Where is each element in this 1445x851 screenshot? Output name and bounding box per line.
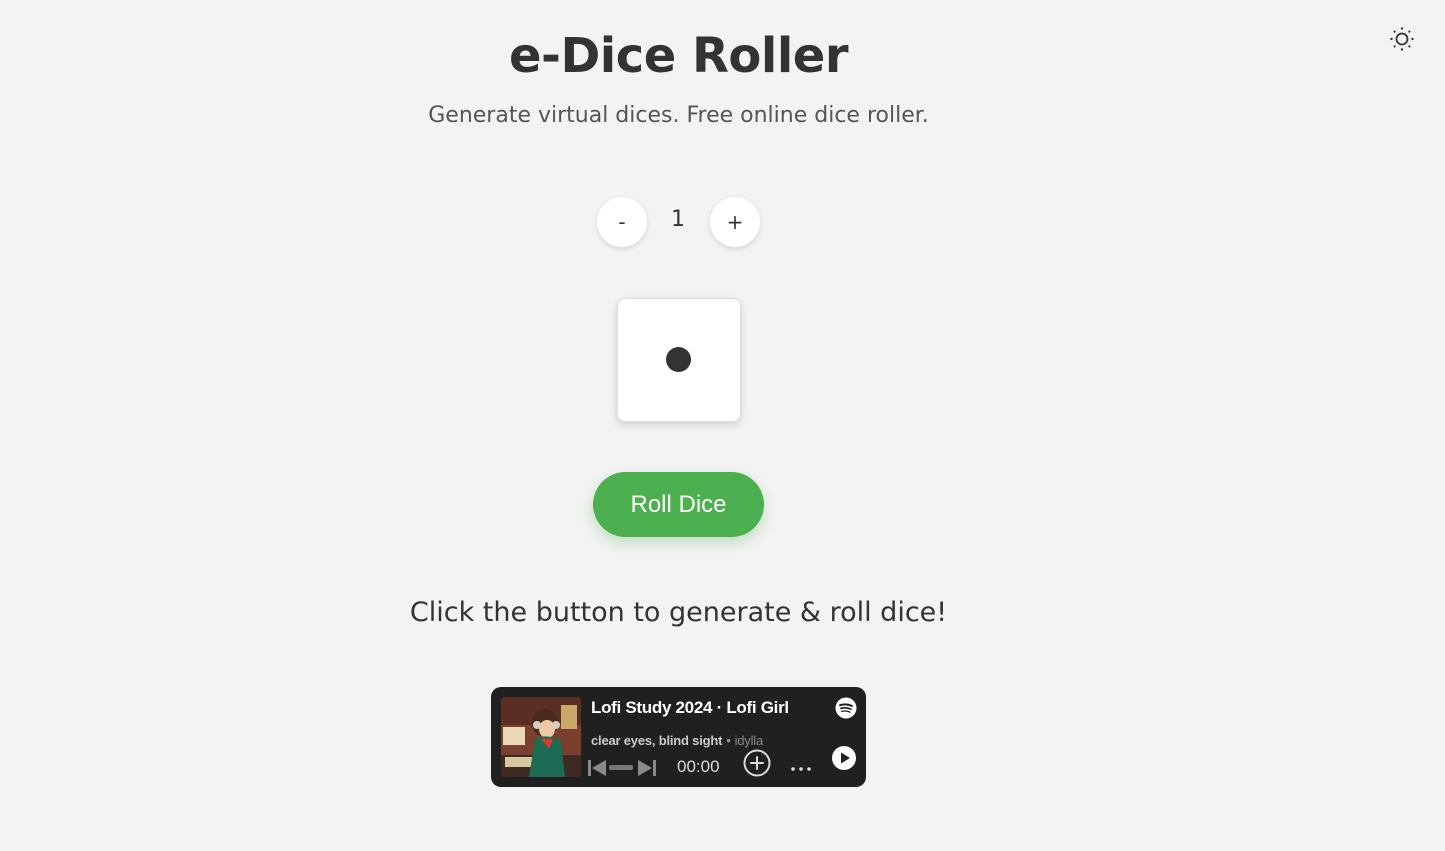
add-circle-icon [743,749,771,777]
spotify-logo[interactable] [835,697,857,719]
artist-name[interactable]: idylla [735,733,764,748]
roll-dice-button[interactable]: Roll Dice [593,472,764,537]
sun-icon [1390,27,1414,51]
page-title: e-Dice Roller [508,28,849,84]
play-icon [832,746,856,770]
theme-toggle-button[interactable] [1385,22,1419,56]
add-to-library-button[interactable] [742,748,772,778]
spotify-icon [835,697,857,719]
more-options-button[interactable] [789,757,815,777]
increase-dice-button[interactable]: + [710,197,760,247]
skip-previous-icon [588,760,606,776]
progress-bar[interactable] [609,765,633,770]
separator: • [726,733,731,748]
playlist-title[interactable]: Lofi Study 2024 · Lofi Girl [591,698,789,718]
page-subtitle: Generate virtual dices. Free online dice… [428,103,929,128]
die-pip [666,347,691,372]
spotify-player: Lofi Study 2024 · Lofi Girl clear eyes, … [491,687,866,787]
page: e-Dice Roller Generate virtual dices. Fr… [0,0,1445,851]
track-info: clear eyes, blind sight • idylla [591,733,763,748]
hint-text: Click the button to generate & roll dice… [409,597,948,628]
next-button[interactable] [636,758,658,778]
skip-next-icon [638,760,656,776]
die [617,298,741,422]
song-title[interactable]: clear eyes, blind sight [591,733,722,748]
dice-count: 1 [671,207,685,232]
decrease-dice-button[interactable]: - [597,197,647,247]
play-button[interactable] [831,745,857,771]
playback-time: 00:00 [677,757,720,776]
more-icon [791,767,811,771]
previous-button[interactable] [586,758,608,778]
album-art [501,697,581,777]
